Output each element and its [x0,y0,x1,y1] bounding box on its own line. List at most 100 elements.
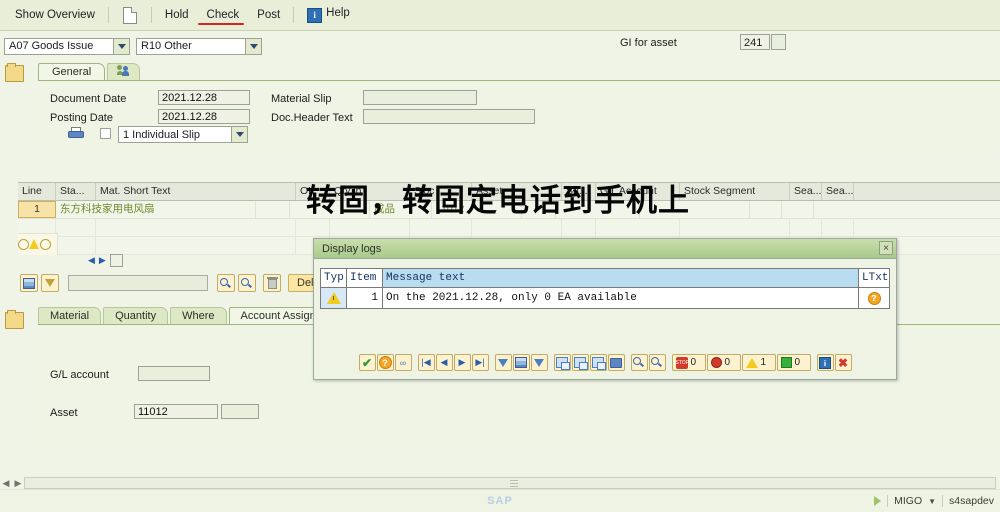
reference-dropdown[interactable]: R10 Other [136,37,262,55]
funnel-icon[interactable] [494,354,512,371]
cancel-icon[interactable]: ✖ [834,354,852,371]
close-icon[interactable]: × [879,241,893,255]
column-header-mat-short-text[interactable]: Mat. Short Text [96,183,296,200]
trash-icon[interactable] [263,274,281,292]
search-input[interactable] [68,275,208,291]
first-page-icon[interactable]: |◀ [417,354,435,371]
tab-where[interactable]: Where [170,307,227,324]
action-dropdown[interactable]: A07 Goods Issue [4,37,130,55]
tab-general[interactable]: General [38,63,106,80]
cell-sea-2[interactable] [782,201,814,218]
prev-row-icon[interactable]: ◀ [88,255,95,266]
glasses-icon[interactable]: ∞ [394,354,412,371]
help-button[interactable]: i Help [298,4,359,26]
find-next-icon[interactable] [238,274,256,292]
cell-mat-short-text[interactable]: 东方科技家用电风扇 [56,201,256,218]
next-page-icon[interactable]: ▶ [453,354,471,371]
warning-count-button[interactable]: 1 [741,354,776,371]
post-button[interactable]: Post [248,6,289,24]
question-icon[interactable]: ? [376,354,394,371]
scrollbar-thumb-grip[interactable] [510,480,518,487]
column-header-item[interactable]: Item [347,269,383,287]
slip-type-dropdown[interactable]: 1 Individual Slip [118,126,248,143]
next-row-icon[interactable]: ▶ [99,255,106,266]
cell-message-type[interactable] [321,288,347,308]
question-icon[interactable]: ? [867,291,881,305]
posting-date-input[interactable]: 2021.12.28 [158,109,250,124]
column-header-asset[interactable]: Asset [472,183,562,200]
asset-input[interactable]: 11012 [134,404,218,419]
doc-header-text-input[interactable] [363,109,535,124]
cell-qty-in[interactable] [290,201,370,218]
status-transaction-code[interactable]: MIGO [894,495,922,507]
cell-item-number[interactable]: 1 [347,288,383,308]
table-row[interactable] [18,219,1000,237]
cell-stock-segment[interactable] [640,201,750,218]
cell-su[interactable] [522,201,556,218]
horizontal-scrollbar[interactable]: ◀ ▶ [0,476,1000,490]
column-header-qty-in[interactable]: Qty in [330,183,410,200]
sort-descending-icon[interactable] [530,354,548,371]
cell-gl-account[interactable] [556,201,640,218]
print-checkbox[interactable] [100,128,111,139]
column-header-sea-1[interactable]: Sea... [790,183,822,200]
copy-icon[interactable] [553,354,571,371]
find-next-icon[interactable] [648,354,666,371]
prev-page-icon[interactable]: ◀ [435,354,453,371]
gi-for-asset-picker-button[interactable] [771,34,786,50]
chevron-down-icon[interactable] [245,38,261,54]
cell-long-text[interactable]: ? [859,288,889,308]
cell-sea-1[interactable] [750,201,782,218]
filter-icon[interactable] [41,274,59,292]
cell-sloc[interactable]: 成品 [370,201,432,218]
copy-icon[interactable] [571,354,589,371]
sort-icon[interactable] [20,274,38,292]
column-header-gl-account[interactable]: G/L Account [596,183,680,200]
column-header-ok[interactable]: OK [296,183,330,200]
header-collapse-icon[interactable] [5,63,24,82]
cell-status[interactable] [18,233,58,255]
scroll-arrows[interactable]: ◀ ▶ [0,478,24,489]
gi-for-asset-input[interactable]: 241 [740,34,770,50]
continue-button[interactable]: ✔ [358,354,376,371]
cell-message-text[interactable]: On the 2021.12.28, only 0 EA available [383,288,859,308]
abort-count-button[interactable]: STOP 0 [671,354,706,371]
check-button[interactable]: Check [197,6,249,25]
scrollbar-track[interactable] [24,477,996,489]
column-header-line[interactable]: Line [18,183,56,200]
chevron-down-icon[interactable] [231,127,247,142]
column-header-stock-segment[interactable]: Stock Segment [680,183,790,200]
show-overview-button[interactable]: Show Overview [6,6,104,24]
column-header-status[interactable]: Sta... [56,183,96,200]
info-icon[interactable]: i [816,354,834,371]
find-icon[interactable] [630,354,648,371]
column-header-ltxt[interactable]: LTxt [859,269,889,287]
chevron-down-icon[interactable] [113,38,129,54]
column-header-su[interactable]: Su... [562,183,596,200]
new-document-icon[interactable] [122,6,137,24]
dialog-title-bar[interactable]: Display logs × [314,239,896,259]
error-count-button[interactable]: 0 [706,354,741,371]
asset-subnumber-input[interactable] [221,404,259,419]
play-icon[interactable] [874,496,882,506]
last-page-icon[interactable]: ▶| [471,354,489,371]
chevron-down-icon[interactable]: ▼ [928,497,936,506]
column-header-typ[interactable]: Typ [321,269,347,287]
column-header-sloc[interactable]: Sloc [410,183,472,200]
scroll-left-icon[interactable]: ◀ [3,478,10,489]
display-logs-dialog[interactable]: Display logs × Typ Item Message text LTx… [313,238,897,380]
cell-asset[interactable]: 11012 [432,201,522,218]
printer-icon[interactable] [607,354,625,371]
tab-partners[interactable] [107,63,141,80]
success-count-button[interactable]: 0 [776,354,811,371]
print-icon[interactable] [68,127,84,140]
table-row[interactable]: 1 On the 2021.12.28, only 0 EA available… [321,288,889,308]
scroll-right-icon[interactable]: ▶ [15,478,22,489]
find-icon[interactable] [217,274,235,292]
tab-material[interactable]: Material [38,307,102,324]
gl-account-input[interactable] [138,366,210,381]
cell-ok[interactable] [256,201,290,218]
copy-icon[interactable] [589,354,607,371]
material-slip-input[interactable] [363,90,477,105]
sort-ascending-icon[interactable] [512,354,530,371]
